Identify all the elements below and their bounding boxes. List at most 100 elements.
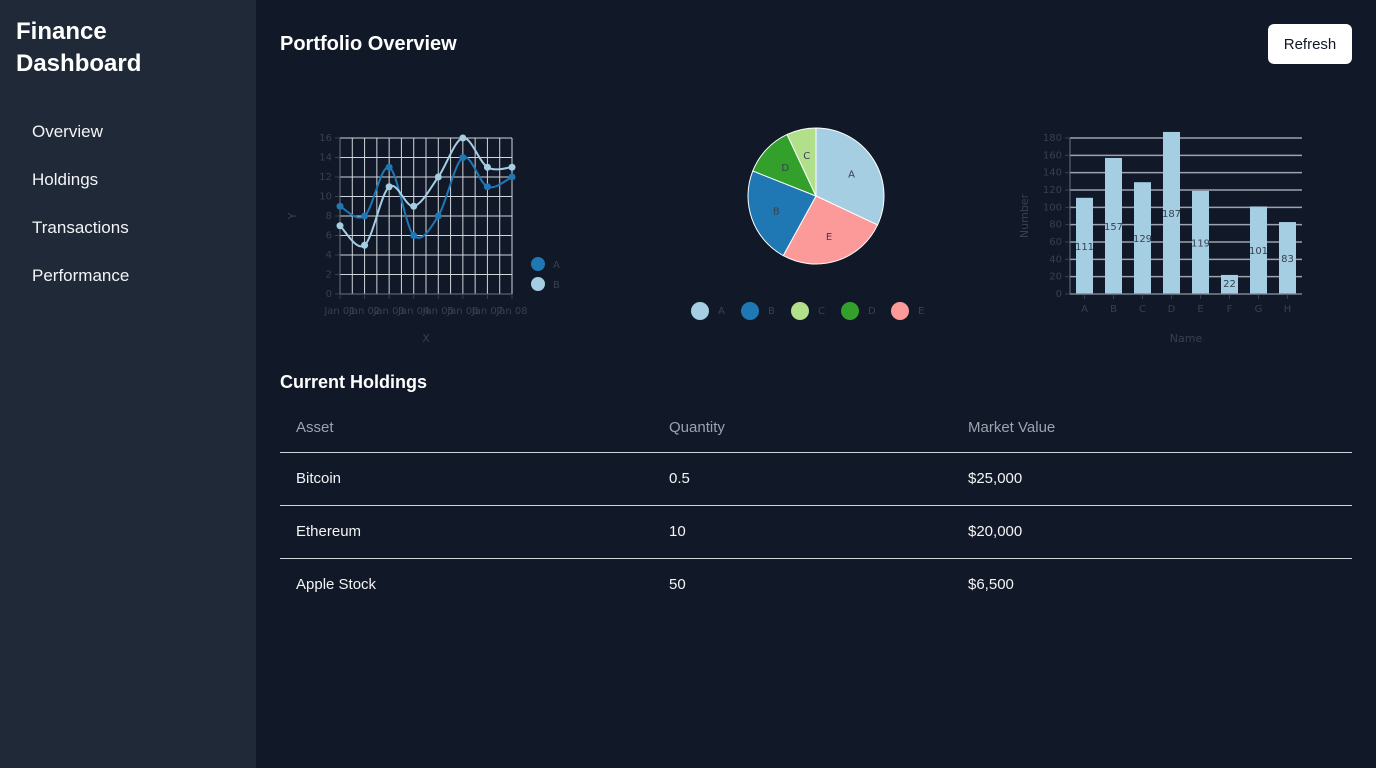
y-tick-label: 40: [1049, 254, 1062, 265]
y-tick-label: 80: [1049, 220, 1062, 231]
slice-label-e: E: [826, 232, 832, 243]
x-tick-label: G: [1255, 304, 1263, 315]
y-tick-label: 10: [319, 192, 332, 203]
holdings-table: Asset Quantity Market Value Bitcoin 0.5 …: [280, 404, 1352, 611]
legend-marker-b: [741, 302, 759, 320]
holdings-section-title: Current Holdings: [280, 372, 427, 392]
quantity-cell: 50: [669, 576, 686, 594]
pie-chart-container: A E B D C A B C D E: [656, 100, 976, 360]
y-tick-label: 0: [326, 289, 332, 300]
bar-value-label: 22: [1223, 279, 1236, 290]
bar-chart: 0 20 40 60 80 100 120 140 160 180 111 A 157 B 129 C 187 D…: [1018, 131, 1302, 345]
legend-label-a: A: [553, 260, 560, 271]
sidebar-item-holdings[interactable]: Holdings: [16, 156, 240, 204]
y-tick-label: 16: [319, 133, 332, 144]
legend-label-e: E: [918, 306, 924, 317]
y-tick-label: 180: [1043, 133, 1062, 144]
data-point-a: [434, 212, 442, 220]
legend-marker-b: [531, 277, 545, 291]
y-tick-label: 8: [326, 211, 332, 222]
bar-value-label: 101: [1249, 246, 1268, 257]
y-tick-label: 14: [319, 153, 332, 164]
table-row: Bitcoin 0.5 $25,000: [280, 452, 1352, 506]
data-point-b: [434, 173, 442, 181]
legend-label-d: D: [868, 306, 876, 317]
pie-chart: A E B D C A B C D E: [691, 127, 924, 320]
x-tick-label: E: [1197, 304, 1203, 315]
bar-value-label: 187: [1162, 209, 1181, 220]
x-tick-label: F: [1227, 304, 1233, 315]
bar-value-label: 129: [1133, 234, 1152, 245]
column-header-market-value: Market Value: [952, 404, 1352, 453]
x-tick-label: H: [1284, 304, 1292, 315]
main-content: Portfolio Overview Refresh 0 2 4 6 8 10 12 14 16…: [256, 0, 1376, 768]
y-tick-label: 120: [1043, 185, 1062, 196]
sidebar: Finance Dashboard Overview Holdings Tran…: [0, 0, 256, 768]
x-axis-title: X: [422, 332, 430, 345]
y-tick-label: 12: [319, 172, 332, 183]
data-point-b: [336, 222, 344, 230]
y-tick-label: 20: [1049, 272, 1062, 283]
line-chart: 0246810121416Jan 01Jan 02Jan 03Jan 04Jan…: [286, 133, 560, 345]
legend-marker-a: [531, 257, 545, 271]
data-point-a: [385, 163, 393, 171]
table-row: Apple Stock 50 $6,500: [280, 558, 1352, 611]
bar-chart-container: 0 20 40 60 80 100 120 140 160 180 111 A 157 B 129 C 187 D…: [1008, 100, 1328, 360]
legend-marker-a: [691, 302, 709, 320]
table-header-row: Asset Quantity Market Value: [280, 404, 1352, 453]
market-value-cell: $20,000: [952, 505, 1352, 559]
page-title: Portfolio Overview: [280, 33, 457, 55]
data-point-b: [459, 134, 467, 142]
slice-label-b: B: [773, 206, 780, 217]
sidebar-item-transactions[interactable]: Transactions: [16, 204, 240, 252]
x-tick-label: C: [1139, 304, 1146, 315]
bar-value-label: 119: [1191, 238, 1210, 249]
line-chart-container: 0 2 4 6 8 10 12 14 16 Jan 01 Jan 02 Jan 03 Jan 04 Jan…: [280, 100, 600, 360]
slice-label-d: D: [781, 163, 789, 174]
x-axis-title: Name: [1170, 332, 1203, 345]
y-tick-label: 4: [326, 250, 332, 261]
legend-marker-e: [891, 302, 909, 320]
y-tick-label: 6: [326, 231, 332, 242]
y-tick-label: 2: [326, 270, 332, 281]
y-axis-title: Y: [286, 212, 299, 220]
data-point-a: [410, 232, 418, 239]
data-point-a: [459, 154, 467, 161]
y-tick-label: 0: [1056, 289, 1062, 300]
legend-label-c: C: [818, 306, 825, 317]
quantity-cell: 0.5: [653, 452, 952, 506]
legend-label-b: B: [553, 280, 560, 291]
asset-cell: Bitcoin: [280, 452, 653, 506]
market-value-cell: $25,000: [952, 452, 1352, 506]
bar-value-label: 83: [1281, 254, 1294, 265]
bar-value-label: 157: [1104, 222, 1123, 233]
asset-cell: Apple Stock: [296, 576, 377, 594]
y-tick-label: 140: [1043, 168, 1062, 179]
slice-label-a: A: [848, 169, 855, 180]
y-tick-label: 60: [1049, 237, 1062, 248]
sidebar-nav: Overview Holdings Transactions Performan…: [16, 108, 240, 300]
asset-cell: Ethereum: [280, 505, 653, 559]
data-point-b: [508, 163, 516, 171]
y-tick-label: 160: [1043, 150, 1062, 161]
slice-label-c: C: [803, 151, 810, 162]
sidebar-item-overview[interactable]: Overview: [16, 108, 240, 156]
sidebar-item-performance[interactable]: Performance: [16, 252, 240, 300]
y-axis-title: Number: [1018, 193, 1031, 238]
x-tick-label: B: [1110, 304, 1117, 315]
legend-label-b: B: [768, 306, 775, 317]
quantity-cell: 10: [653, 505, 952, 559]
refresh-button[interactable]: Refresh: [1268, 24, 1352, 64]
bar-value-label: 111: [1075, 242, 1094, 253]
legend-marker-d: [841, 302, 859, 320]
data-point-a: [483, 183, 491, 191]
table-row: Ethereum 10 $20,000: [280, 505, 1352, 559]
x-tick-label: D: [1168, 304, 1176, 315]
x-tick-label: Jan 08: [495, 306, 527, 317]
data-point-b: [410, 202, 418, 210]
app-title: Finance Dashboard: [16, 18, 142, 77]
data-point-b: [385, 183, 393, 191]
data-point-a: [336, 202, 344, 210]
legend-marker-c: [791, 302, 809, 320]
data-point-b: [361, 241, 369, 249]
